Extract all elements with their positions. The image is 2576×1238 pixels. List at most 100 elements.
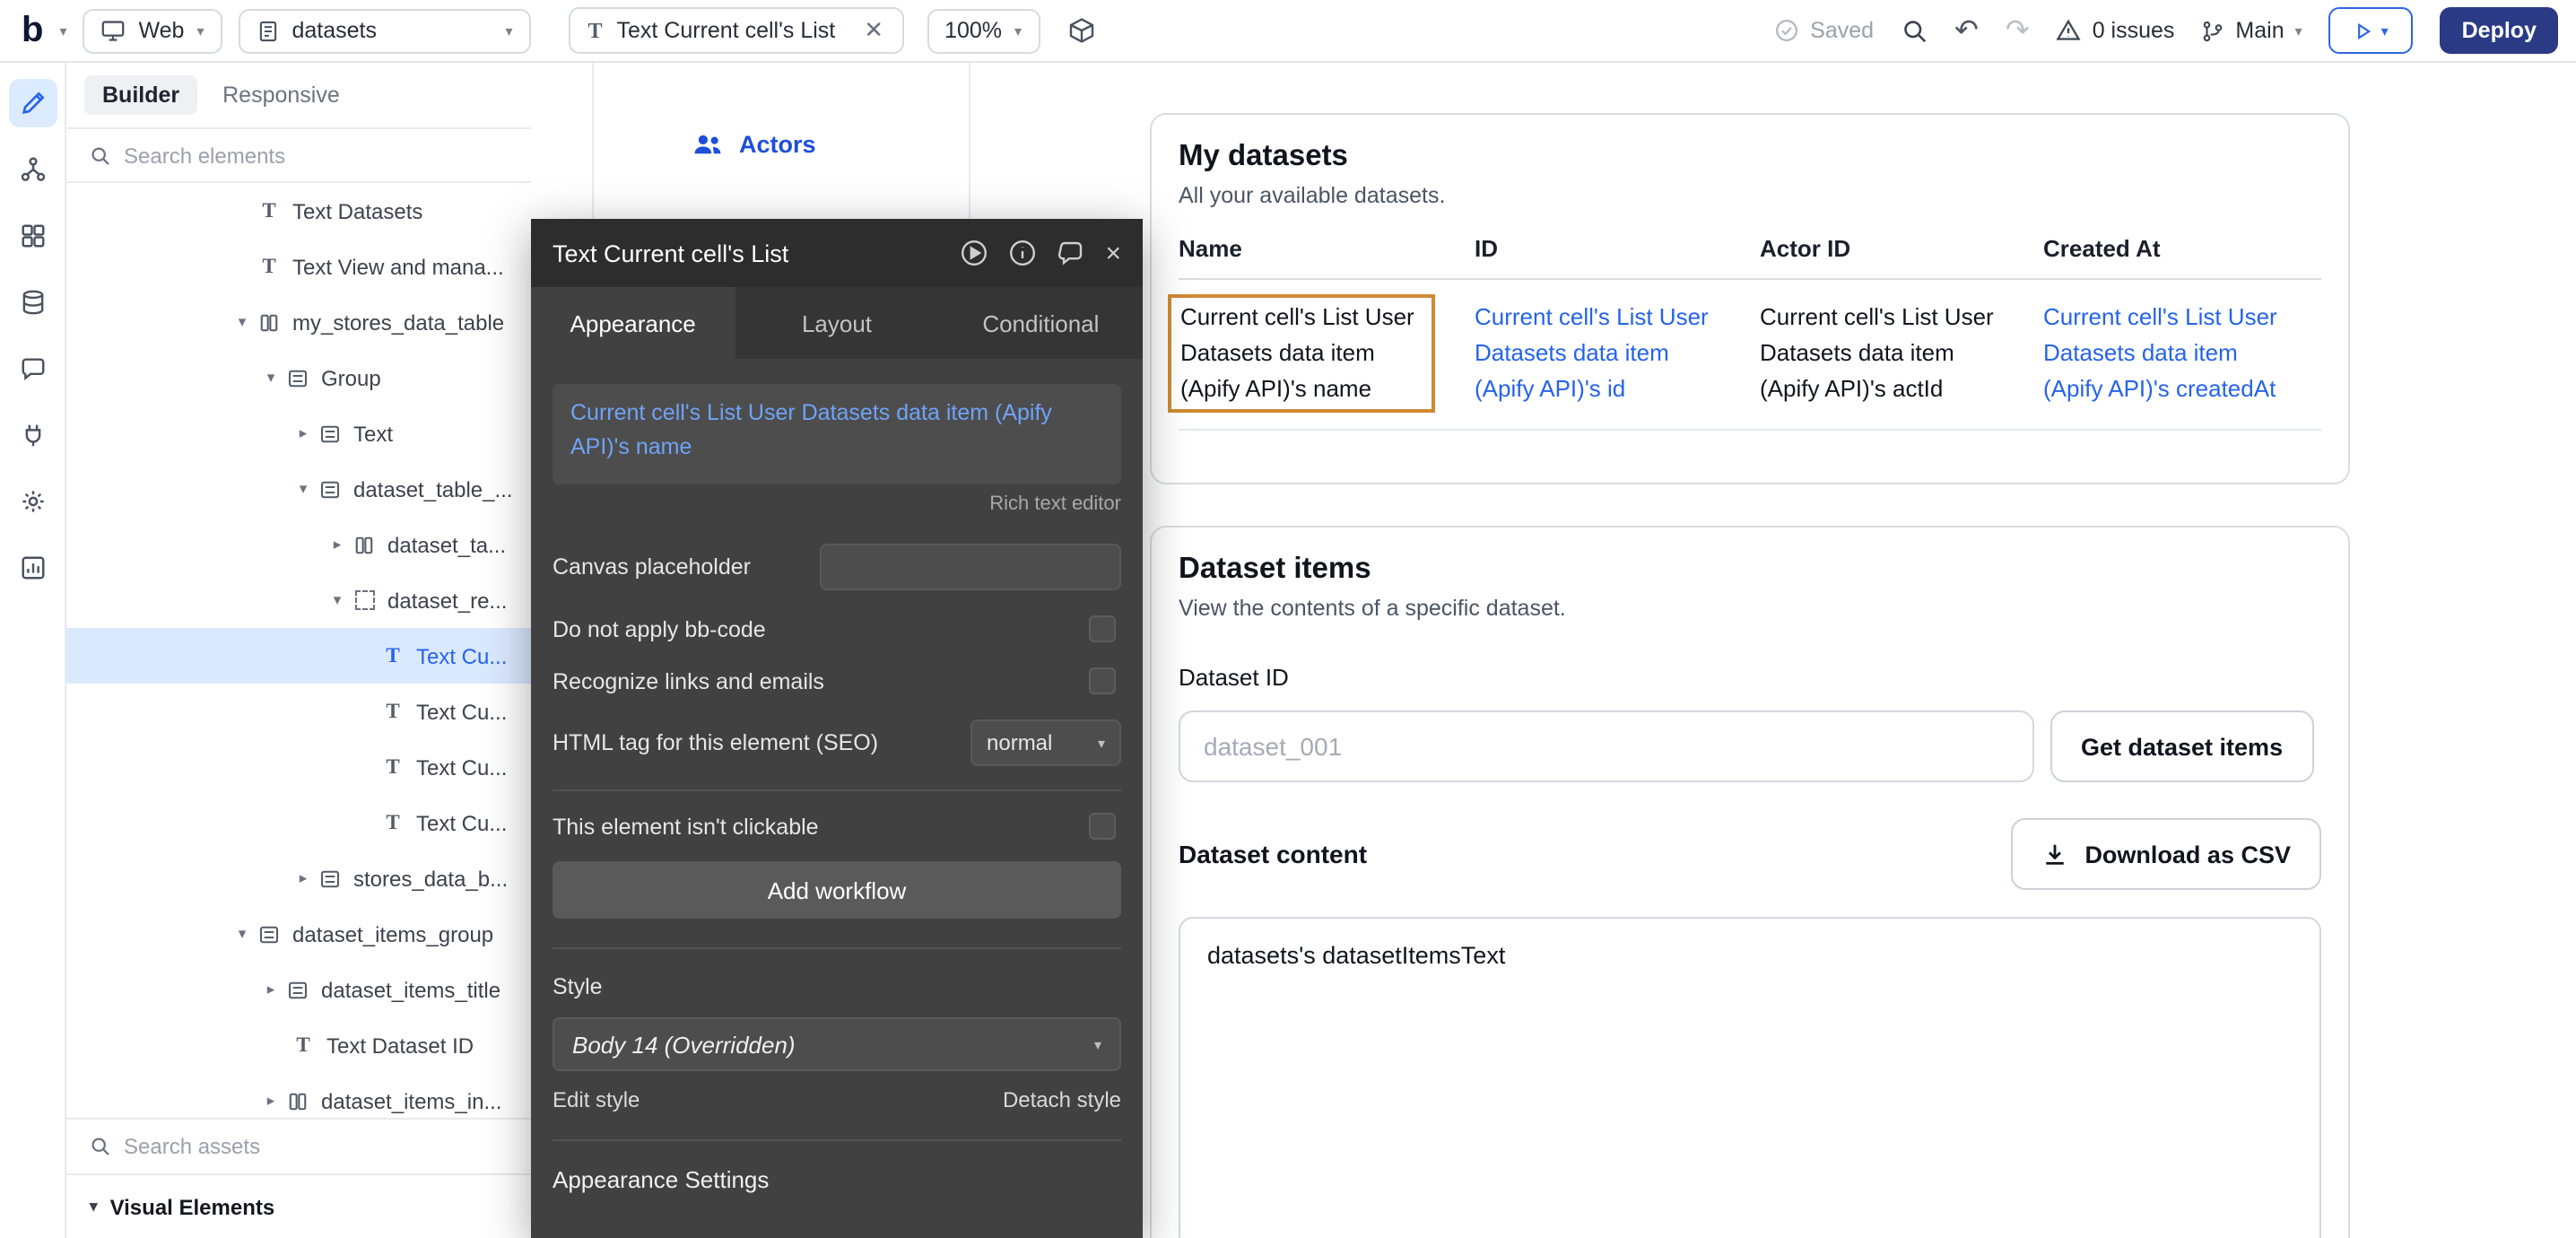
branch-dropdown[interactable]: Main ▾ (2201, 18, 2302, 43)
info-icon[interactable] (1008, 239, 1037, 267)
visual-elements-section[interactable]: ▾ Visual Elements (66, 1173, 531, 1238)
add-workflow-button[interactable]: Add workflow (553, 861, 1121, 919)
tab-layout[interactable]: Layout (735, 287, 938, 359)
tab-builder[interactable]: Builder (84, 75, 197, 115)
tree-item[interactable]: ▸dataset_items_in... (66, 1073, 531, 1118)
pages-grid-icon[interactable] (8, 212, 57, 260)
text-content-editor[interactable]: Current cell's List User Datasets data i… (553, 384, 1121, 484)
design-pencil-icon[interactable] (8, 79, 57, 127)
get-dataset-items-button[interactable]: Get dataset items (2050, 711, 2313, 782)
property-editor-header[interactable]: Text Current cell's List × (531, 219, 1143, 287)
search-icon[interactable] (1901, 17, 1928, 44)
tree-item-selected[interactable]: TText Cu... (66, 628, 531, 684)
table-row[interactable]: Current cell's List User Datasets data i… (1179, 280, 2321, 432)
run-workflow-icon[interactable] (960, 239, 988, 267)
settings-gear-icon[interactable] (8, 477, 57, 526)
tree-item[interactable]: TText Cu... (66, 684, 531, 739)
platform-dropdown[interactable]: Web ▾ (83, 8, 222, 53)
preview-button[interactable]: ▾ (2329, 7, 2414, 54)
tree-item[interactable]: ▾Group (66, 350, 531, 405)
my-datasets-card[interactable]: My datasets All your available datasets.… (1150, 113, 2350, 484)
edit-style-link[interactable]: Edit style (553, 1087, 640, 1112)
dataset-content-textbox[interactable]: datasets's datasetItemsText (1179, 917, 2321, 1238)
deploy-button[interactable]: Deploy (2441, 7, 2558, 54)
comment-icon[interactable] (1057, 239, 1085, 267)
divider (553, 1139, 1121, 1141)
detach-style-link[interactable]: Detach style (1003, 1087, 1121, 1112)
database-icon[interactable] (8, 278, 57, 327)
tree-item[interactable]: TText Datasets (66, 183, 531, 239)
column-header: Created At (2043, 235, 2321, 262)
text-element-icon: T (255, 256, 283, 277)
table-cell-actor-id[interactable]: Current cell's List User Datasets data i… (1760, 300, 2043, 408)
tab-conditional[interactable]: Conditional (939, 287, 1143, 359)
style-dropdown[interactable]: Body 14 (Overridden) ▾ (553, 1017, 1121, 1071)
branch-label: Main (2235, 18, 2284, 43)
tab-appearance[interactable]: Appearance (531, 287, 735, 359)
chevron-down-icon[interactable]: ▾ (291, 479, 316, 499)
tree-item[interactable]: TText Cu... (66, 795, 531, 850)
close-icon[interactable]: ✕ (864, 16, 883, 45)
dataset-items-card[interactable]: Dataset items View the contents of a spe… (1150, 526, 2350, 1238)
chevron-right-icon[interactable]: ▸ (325, 535, 350, 554)
logs-chart-icon[interactable] (8, 544, 57, 592)
tree-item[interactable]: TText Dataset ID (66, 1017, 531, 1073)
tree-item-label: Text Dataset ID (326, 1033, 474, 1058)
redo-icon[interactable]: ↷ (2006, 13, 2030, 48)
tree-item[interactable]: TText Cu... (66, 739, 531, 795)
bbcode-checkbox[interactable] (1089, 615, 1116, 642)
appearance-settings-section[interactable]: Appearance Settings (553, 1166, 1121, 1193)
workflow-icon[interactable] (8, 145, 57, 194)
search-elements-field[interactable]: Search elements (66, 129, 531, 183)
chevron-down-icon[interactable]: ▾ (325, 590, 350, 610)
tree-item[interactable]: ▸dataset_items_title (66, 962, 531, 1017)
selected-element-outline[interactable]: Current cell's List User Datasets data i… (1168, 294, 1435, 414)
rich-text-editor-link[interactable]: Rich text editor (553, 493, 1121, 515)
element-tab[interactable]: T Text Current cell's List ✕ (568, 7, 903, 54)
table-cell-id[interactable]: Current cell's List User Datasets data i… (1475, 300, 1760, 408)
dataset-id-input[interactable]: dataset_001 (1179, 711, 2034, 782)
tree-item[interactable]: ▾dataset_re... (66, 572, 531, 628)
bubble-logo[interactable]: b (22, 13, 43, 48)
undo-icon[interactable]: ↶ (1954, 13, 1979, 48)
chevron-right-icon[interactable]: ▸ (291, 868, 316, 888)
component-cube-icon[interactable] (1066, 16, 1095, 45)
page-dropdown[interactable]: datasets ▾ (238, 8, 530, 53)
chevron-down-icon: ▾ (2381, 22, 2389, 39)
dynamic-expression[interactable]: Current cell's List User Datasets data i… (570, 400, 1052, 459)
download-csv-button[interactable]: Download as CSV (2011, 818, 2321, 890)
search-assets-placeholder: Search assets (124, 1134, 260, 1159)
not-clickable-checkbox[interactable] (1089, 813, 1116, 840)
table-cell-created-at[interactable]: Current cell's List User Datasets data i… (2043, 300, 2321, 408)
tree-item[interactable]: ▸stores_data_b... (66, 850, 531, 906)
chevron-down-icon[interactable]: ▾ (230, 924, 255, 944)
zoom-dropdown[interactable]: 100% ▾ (927, 8, 1040, 53)
group-element-icon (283, 979, 312, 1000)
tree-item[interactable]: ▸Text (66, 405, 531, 461)
dataset-id-placeholder: dataset_001 (1204, 732, 1342, 761)
chevron-down-icon[interactable]: ▾ (258, 368, 283, 388)
seo-tag-select[interactable]: normal ▾ (970, 719, 1121, 766)
property-editor: Text Current cell's List × Appearance La… (531, 219, 1143, 1238)
chevron-right-icon[interactable]: ▸ (258, 980, 283, 999)
plugins-icon[interactable] (8, 411, 57, 459)
tree-item[interactable]: ▾dataset_table_... (66, 461, 531, 517)
nav-item-actors[interactable]: Actors (692, 131, 816, 158)
tree-item[interactable]: ▾my_stores_data_table (66, 294, 531, 350)
chevron-right-icon[interactable]: ▸ (258, 1091, 283, 1111)
recognize-links-checkbox[interactable] (1089, 667, 1116, 694)
issues-indicator[interactable]: 0 issues (2057, 18, 2175, 43)
chevron-down-icon[interactable]: ▾ (230, 312, 255, 332)
messages-icon[interactable] (8, 344, 57, 393)
tree-item-label: Text Cu... (416, 643, 507, 668)
logo-chevron-icon[interactable]: ▾ (59, 22, 66, 39)
tree-item[interactable]: ▸dataset_ta... (66, 517, 531, 572)
search-assets-field[interactable]: Search assets (66, 1118, 531, 1173)
tab-responsive[interactable]: Responsive (205, 75, 358, 115)
close-icon[interactable]: × (1105, 238, 1121, 268)
chevron-right-icon[interactable]: ▸ (291, 423, 316, 443)
tree-item[interactable]: TText View and mana... (66, 239, 531, 294)
table-cell-name[interactable]: Current cell's List User Datasets data i… (1179, 300, 1475, 408)
canvas-placeholder-input[interactable] (820, 544, 1121, 590)
tree-item[interactable]: ▾dataset_items_group (66, 906, 531, 962)
